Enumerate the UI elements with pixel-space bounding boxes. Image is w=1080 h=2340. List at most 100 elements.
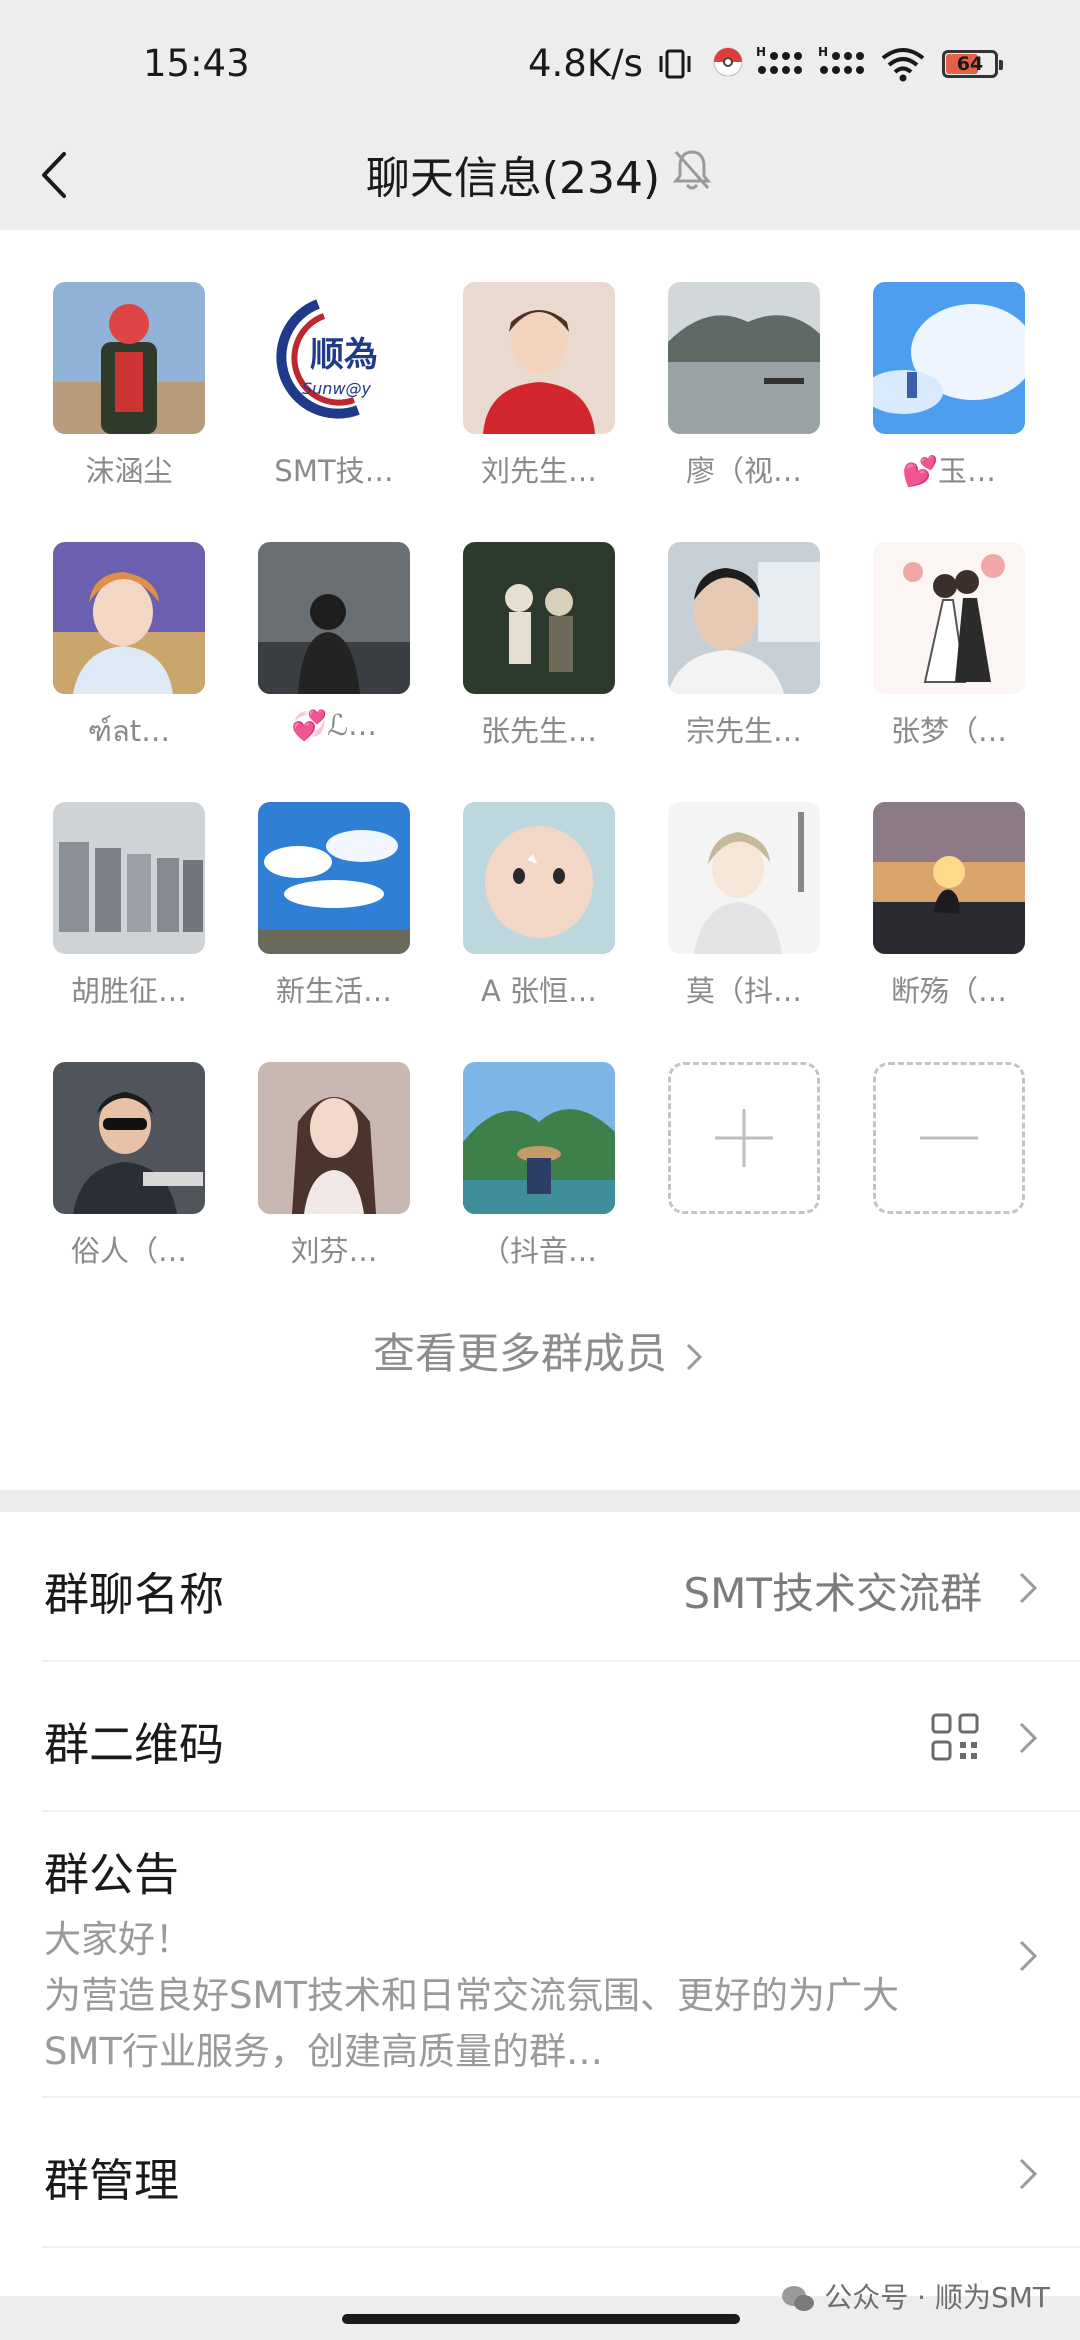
remove-member-item[interactable] [859, 1062, 1039, 1214]
member-item[interactable]: （抖音… [449, 1062, 629, 1270]
member-item[interactable]: 顺為 Sunw@y SMT技… [244, 282, 424, 490]
member-avatar [258, 802, 410, 954]
member-item[interactable]: 俗人（… [39, 1062, 219, 1270]
notice-line: 为营造良好SMT技术和日常交流氛围、更好的为广大 [44, 1974, 900, 2017]
member-avatar [463, 802, 615, 954]
member-item[interactable]: 宗先生… [654, 542, 834, 750]
member-item[interactable]: 廖（视… [654, 282, 834, 490]
watermark: 公众号 · 顺为SMT [780, 2276, 1050, 2316]
section-divider [0, 1490, 1080, 1512]
member-avatar [53, 802, 205, 954]
svg-text:Sunw@y: Sunw@y [302, 379, 372, 398]
member-avatar [873, 802, 1025, 954]
member-item[interactable]: 💞ℒ… [244, 542, 424, 743]
member-name: （抖音… [480, 1234, 597, 1268]
member-name: 张梦（… [890, 714, 1007, 748]
member-avatar [53, 1062, 205, 1214]
member-item[interactable]: 沫涵尘 [39, 282, 219, 490]
member-item[interactable]: A 张恒… [449, 802, 629, 1010]
page-title: 聊天信息(234) [365, 153, 661, 204]
member-item[interactable]: ฑ์ลt… [39, 542, 219, 754]
group-notice-row[interactable]: 群公告 大家好！ 为营造良好SMT技术和日常交流氛围、更好的为广大 SMT行业服… [0, 1812, 1080, 2098]
group-notice-label: 群公告 [44, 1848, 180, 1901]
notice-line: SMT行业服务，创建高质量的群… [44, 2030, 604, 2073]
wifi-icon [881, 48, 925, 82]
group-name-row[interactable]: 群聊名称 SMT技术交流群 [0, 1512, 1080, 1662]
minus-icon [920, 1136, 978, 1140]
member-name: ฑ์ลt… [87, 714, 171, 748]
member-item[interactable]: 刘芬… [244, 1062, 424, 1270]
pokeball-icon [713, 47, 743, 77]
group-manage-row[interactable]: 群管理 [0, 2098, 1080, 2248]
svg-text:顺為: 顺為 [310, 335, 378, 375]
member-item[interactable]: 张梦（… [859, 542, 1039, 750]
chevron-right-icon [686, 1343, 703, 1370]
member-avatar [873, 542, 1025, 694]
member-name: 张先生… [480, 714, 597, 748]
member-name: 俗人（… [70, 1234, 187, 1268]
signal-icon: H [818, 45, 864, 74]
plus-icon [715, 1109, 773, 1167]
remove-member-button[interactable] [873, 1062, 1025, 1214]
member-name: 沫涵尘 [85, 454, 173, 488]
status-bar: 15:43 4.8K/s H H 64 [0, 0, 1080, 120]
member-name: 胡胜征… [70, 974, 187, 1008]
member-name: 宗先生… [685, 714, 802, 748]
group-notice-text: 大家好！ 为营造良好SMT技术和日常交流氛围、更好的为广大 SMT行业服务，创建… [44, 1912, 944, 2080]
member-avatar [53, 282, 205, 434]
members-section: 沫涵尘 顺為 Sunw@y SMT技… 刘先生… 廖（视… 💕玉… ฑ์ลt… [0, 230, 1080, 1490]
member-avatar [258, 542, 410, 694]
member-name: 💕玉… [901, 454, 997, 488]
svg-text:H: H [818, 45, 828, 59]
home-indicator[interactable] [342, 2314, 740, 2324]
member-name: SMT技… [274, 454, 394, 488]
chevron-right-icon [1019, 2158, 1038, 2190]
svg-text:H: H [756, 45, 766, 59]
member-avatar [53, 542, 205, 694]
see-more-members-link[interactable]: 查看更多群成员 [0, 1320, 1080, 1381]
member-avatar: 顺為 Sunw@y [258, 282, 410, 434]
member-item[interactable]: 莫（抖… [654, 802, 834, 1010]
add-member-button[interactable] [668, 1062, 820, 1214]
member-avatar [463, 282, 615, 434]
member-item[interactable]: 💕玉… [859, 282, 1039, 490]
status-time: 15:43 [143, 42, 250, 85]
member-avatar [668, 802, 820, 954]
member-name: 新生活… [275, 974, 392, 1008]
member-item[interactable]: 新生活… [244, 802, 424, 1010]
member-avatar [668, 282, 820, 434]
chevron-right-icon [1019, 1572, 1038, 1604]
group-qr-row[interactable]: 群二维码 [0, 1662, 1080, 1812]
member-avatar [873, 282, 1025, 434]
wechat-icon [782, 2286, 815, 2311]
member-item[interactable]: 刘先生… [449, 282, 629, 490]
vibrate-icon [659, 49, 691, 79]
member-item[interactable]: 张先生… [449, 542, 629, 750]
qr-code-icon [931, 1713, 979, 1761]
group-name-value: SMT技术交流群 [683, 1569, 982, 1618]
battery-level: 64 [956, 53, 984, 75]
member-name: 莫（抖… [685, 974, 802, 1008]
chevron-right-icon [1019, 1722, 1038, 1754]
header: 聊天信息(234) [0, 120, 1080, 230]
member-name: 刘芬… [290, 1234, 378, 1268]
add-member-item[interactable] [654, 1062, 834, 1214]
member-item[interactable]: 断殇（… [859, 802, 1039, 1010]
signal-icon: H [756, 45, 802, 74]
member-name: 廖（视… [685, 454, 802, 488]
notice-line: 大家好！ [44, 1918, 192, 1961]
group-qr-label: 群二维码 [44, 1718, 225, 1771]
divider [42, 2246, 1080, 2248]
member-name: 断殇（… [890, 974, 1007, 1008]
network-speed: 4.8K/s [528, 42, 643, 85]
member-avatar [463, 1062, 615, 1214]
member-name: 💞ℒ… [291, 708, 377, 742]
mute-bell-icon [672, 150, 712, 190]
member-item[interactable]: 胡胜征… [39, 802, 219, 1010]
member-avatar [668, 542, 820, 694]
see-more-label: 查看更多群成员 [372, 1329, 667, 1378]
group-manage-label: 群管理 [44, 2154, 180, 2207]
member-name: 刘先生… [480, 454, 597, 488]
group-name-label: 群聊名称 [44, 1568, 225, 1621]
member-name: A 张恒… [480, 974, 598, 1008]
